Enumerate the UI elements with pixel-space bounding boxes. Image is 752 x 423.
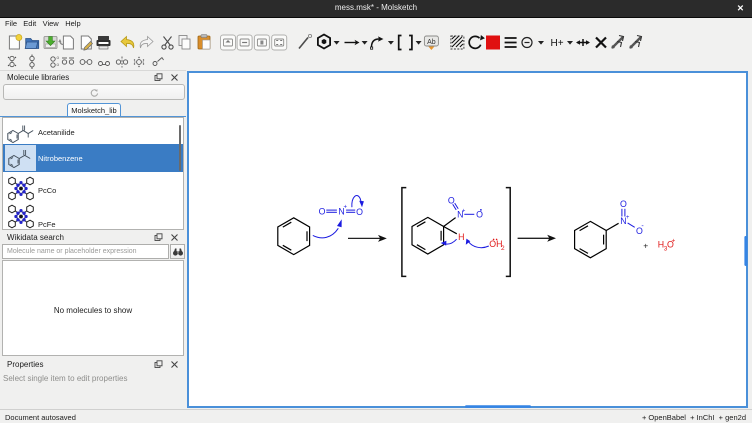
svg-text:O: O — [476, 210, 483, 220]
svg-text:H+: H+ — [550, 38, 563, 49]
svg-text:o: o — [57, 55, 60, 60]
svg-text:-: - — [641, 223, 644, 230]
svg-text:o: o — [57, 62, 60, 67]
svg-text:+: + — [626, 215, 630, 221]
svg-text:+: + — [643, 241, 648, 251]
svg-text:O: O — [356, 207, 363, 217]
svg-text:H: H — [458, 232, 464, 242]
svg-text:+: + — [462, 209, 466, 215]
svg-text:2: 2 — [501, 245, 505, 252]
svg-text:O: O — [448, 196, 455, 206]
svg-text:Ab: Ab — [427, 39, 436, 46]
svg-text:O: O — [620, 199, 627, 209]
svg-text:+: + — [672, 237, 676, 244]
svg-text:O: O — [319, 207, 326, 217]
